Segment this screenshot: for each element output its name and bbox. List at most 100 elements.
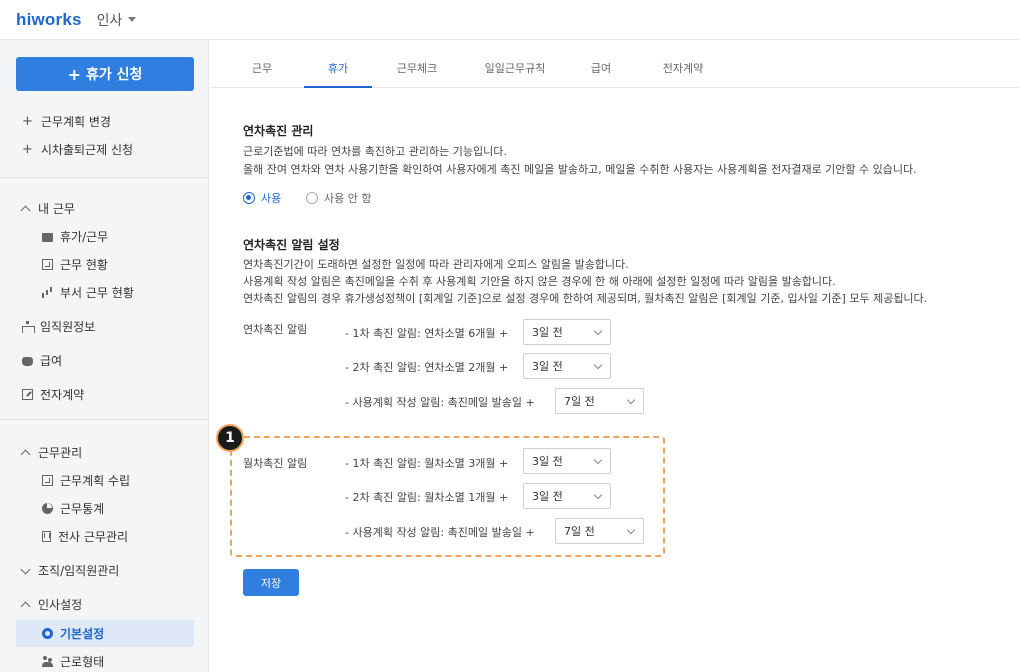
radio-not-use[interactable]: 사용 안 함 (306, 190, 371, 206)
section-desc: 근로기준법에 따라 연차를 촉진하고 관리하는 기능입니다. (243, 145, 507, 158)
tab-e-contract[interactable]: 전자계약 (659, 60, 707, 88)
annual-row-1-select[interactable]: 3일 전 (523, 319, 611, 345)
sidebar-item-label: 기본설정 (60, 627, 105, 641)
sidebar-item-company-work-mgmt[interactable]: 전사 근무관리 (42, 528, 128, 545)
radio-checked-icon (243, 192, 255, 204)
section-desc: 올해 잔여 연차와 연차 사용기한을 확인하여 사용자에게 촉진 메일을 발송하… (243, 163, 917, 176)
select-value: 7일 전 (564, 395, 595, 408)
chevron-down-icon (20, 564, 31, 574)
money-bag-icon (22, 357, 33, 366)
sidebar-link-flex-time[interactable]: + 시차출퇴근제 신청 (22, 141, 133, 158)
sidebar-divider (0, 177, 209, 178)
sidebar-item-basic-settings[interactable]: 기본설정 (42, 625, 104, 642)
section-desc: 연차촉진기간이 도래하면 설정한 일정에 따라 관리자에게 오피스 알림을 발송… (243, 258, 629, 271)
monthly-row-2-text: - 2차 촉진 알림: 월차소멸 1개월 + (345, 491, 509, 504)
select-value: 3일 전 (532, 455, 563, 468)
vacation-request-label: 휴가 신청 (86, 67, 143, 83)
monthly-row-3-select[interactable]: 7일 전 (555, 518, 644, 544)
sidebar-item-label: 근무계획 수립 (60, 474, 131, 488)
tab-salary[interactable]: 급여 (587, 60, 615, 88)
sidebar-item-dept-work-status[interactable]: 부서 근무 현황 (42, 284, 134, 301)
chevron-down-icon (593, 326, 603, 336)
sidebar-item-label: 근무 현황 (60, 258, 108, 272)
top-bar: hiworks 인사 (0, 0, 1019, 40)
annual-row-3-text: - 사용계획 작성 알림: 촉진메일 발송일 + (345, 396, 535, 409)
sidebar-item-label: 전사 근무관리 (58, 530, 129, 544)
chevron-down-icon (626, 525, 636, 535)
building-icon (42, 531, 51, 542)
select-value: 7일 전 (564, 525, 595, 538)
monthly-notification-label: 월차촉진 알림 (243, 457, 308, 470)
radio-label: 사용 안 함 (324, 192, 372, 205)
sidebar-item-employment-type[interactable]: 근로형태 (42, 653, 104, 670)
annual-row-3-select[interactable]: 7일 전 (555, 388, 644, 414)
sidebar-divider (0, 419, 209, 420)
sidebar-item-label: 근무통계 (60, 502, 105, 516)
pie-chart-icon (42, 503, 53, 514)
settings-tabs: 근무 휴가 근무체크 일일근무규칙 급여 전자계약 (210, 52, 1019, 88)
sidebar-item-employee-info[interactable]: 임직원정보 (22, 318, 95, 335)
sidebar-item-work-status[interactable]: 근무 현황 (42, 256, 108, 273)
radio-unchecked-icon (306, 192, 318, 204)
sidebar-link-label: 시차출퇴근제 신청 (40, 143, 134, 157)
sidebar-item-e-contract[interactable]: 전자계약 (22, 386, 84, 403)
people-icon (42, 656, 53, 667)
save-button[interactable]: 저장 (243, 569, 299, 596)
section-desc: 사용계획 작성 알림은 촉진메일을 수취 후 사용계획 기안을 하지 않은 경우… (243, 275, 836, 288)
monthly-row-2-select[interactable]: 3일 전 (523, 483, 611, 509)
sidebar-item-label: 근로형태 (60, 655, 105, 669)
module-selector[interactable]: 인사 (97, 10, 137, 30)
edit-document-icon (22, 389, 33, 400)
plus-icon: + (67, 64, 81, 84)
sidebar-item-label: 전자계약 (40, 388, 85, 402)
radio-use[interactable]: 사용 (243, 190, 281, 206)
sidebar-item-label: 휴가/근무 (60, 230, 109, 244)
section-label: 근무관리 (38, 446, 83, 460)
gear-icon (42, 628, 53, 639)
chevron-down-icon (593, 360, 603, 370)
tab-work[interactable]: 근무 (248, 60, 276, 88)
folder-icon (42, 232, 53, 242)
vacation-request-button[interactable]: + 휴가 신청 (16, 57, 194, 91)
section-label: 조직/임직원관리 (38, 564, 120, 578)
sidebar-section-org-mgmt[interactable]: 조직/임직원관리 (20, 562, 120, 579)
calendar-icon (42, 475, 53, 486)
sidebar-item-vacation-work[interactable]: 휴가/근무 (42, 228, 108, 245)
plus-icon: + (22, 142, 33, 157)
monthly-row-3-text: - 사용계획 작성 알림: 촉진메일 발송일 + (345, 526, 535, 539)
chevron-down-icon (593, 490, 603, 500)
sidebar-item-work-plan[interactable]: 근무계획 수립 (42, 472, 130, 489)
select-value: 3일 전 (532, 490, 563, 503)
radio-label: 사용 (261, 192, 282, 205)
monthly-row-1-text: - 1차 촉진 알림: 월차소멸 3개월 + (345, 457, 509, 470)
section-label: 인사설정 (38, 598, 83, 612)
sidebar-section-work-mgmt[interactable]: 근무관리 (20, 444, 83, 461)
chevron-down-icon (626, 395, 636, 405)
sidebar-link-work-plan-change[interactable]: + 근무계획 변경 (22, 113, 111, 130)
annual-row-2-select[interactable]: 3일 전 (523, 353, 611, 379)
sidebar-item-salary[interactable]: 급여 (22, 352, 62, 369)
annual-notification-label: 연차촉진 알림 (243, 323, 308, 336)
sidebar-item-work-stats[interactable]: 근무통계 (42, 500, 104, 517)
select-value: 3일 전 (532, 360, 563, 373)
caret-down-icon (128, 17, 137, 22)
tab-work-check[interactable]: 근무체크 (392, 60, 442, 88)
calendar-icon (42, 259, 53, 270)
plus-icon: + (22, 114, 33, 129)
app-logo[interactable]: hiworks (16, 10, 82, 30)
module-label: 인사 (96, 12, 123, 29)
sidebar-item-label: 급여 (40, 354, 63, 368)
select-value: 3일 전 (532, 326, 563, 339)
sidebar-section-hr-settings[interactable]: 인사설정 (20, 596, 83, 613)
monthly-row-1-select[interactable]: 3일 전 (523, 448, 611, 474)
annual-row-2-text: - 2차 촉진 알림: 연차소멸 2개월 + (345, 361, 509, 374)
section-desc: 연차촉진 알림의 경우 휴가생성정책이 [회계일 기준]으로 설정 경우에 한하… (243, 292, 928, 305)
tab-daily-rules[interactable]: 일일근무규칙 (480, 60, 550, 88)
tab-vacation[interactable]: 휴가 (304, 60, 372, 88)
sidebar-section-my-work[interactable]: 내 근무 (20, 200, 75, 217)
chevron-up-icon (20, 205, 31, 216)
bar-chart-icon (42, 287, 53, 298)
chevron-up-icon (20, 449, 31, 460)
section-label: 내 근무 (38, 202, 75, 216)
step-badge: 1 (216, 424, 244, 452)
